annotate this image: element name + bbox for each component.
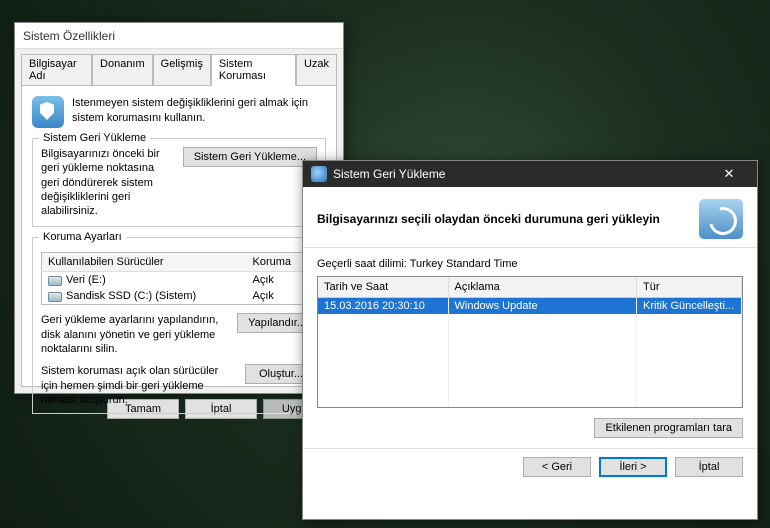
restore-points-table[interactable]: Tarih ve Saat Açıklama Tür 15.03.2016 20… [317, 276, 743, 408]
table-row[interactable]: 15.03.2016 20:30:10 Windows Update Kriti… [318, 298, 742, 315]
create-text: Sistem koruması açık olan sürücüler için… [41, 364, 237, 407]
restore-description: Bilgisayarınızı önceki bir geri yükleme … [41, 147, 175, 218]
titlebar[interactable]: Sistem Özellikleri [15, 23, 343, 49]
table-row[interactable]: Veri (E:) Açık [42, 272, 317, 289]
restore-big-icon [699, 199, 743, 239]
table-row[interactable]: Sandisk SSD (C:) (Sistem) Açık [42, 288, 317, 305]
col-datetime[interactable]: Tarih ve Saat [318, 277, 448, 298]
drive-icon [48, 292, 62, 302]
configure-text: Geri yükleme ayarlarını yapılandırın, di… [41, 313, 229, 356]
table-row[interactable] [318, 346, 742, 362]
wizard-body: Geçerli saat dilimi: Turkey Standard Tim… [303, 248, 757, 448]
system-restore-group: Sistem Geri Yükleme Bilgisayarınızı önce… [32, 138, 326, 227]
group-legend: Koruma Ayarları [39, 231, 126, 243]
timezone-line: Geçerli saat dilimi: Turkey Standard Tim… [317, 258, 743, 270]
table-row[interactable] [318, 362, 742, 378]
cancel-button[interactable]: İptal [675, 457, 743, 477]
cell-description: Windows Update [448, 298, 637, 315]
table-row[interactable] [318, 314, 742, 330]
protection-settings-group: Koruma Ayarları Kullanılabilen Sürücüler… [32, 237, 326, 414]
group-legend: Sistem Geri Yükleme [39, 132, 150, 144]
wizard-button-row: < Geri İleri > İptal [303, 448, 757, 485]
timezone-label: Geçerli saat dilimi: [317, 258, 407, 270]
col-drive: Kullanılabilen Sürücüler [42, 253, 247, 272]
tab-system-protection[interactable]: Sistem Koruması [211, 54, 296, 86]
system-properties-window: Sistem Özellikleri Bilgisayar Adı Donanı… [14, 22, 344, 394]
next-button[interactable]: İleri > [599, 457, 667, 477]
shield-icon [32, 96, 64, 128]
wizard-headline: Bilgisayarınızı seçili olaydan önceki du… [317, 212, 699, 226]
drive-icon [48, 276, 62, 286]
window-title: Sistem Özellikleri [23, 29, 115, 43]
system-restore-window: Sistem Geri Yükleme ✕ Bilgisayarınızı se… [302, 160, 758, 520]
table-row[interactable] [318, 330, 742, 346]
tab-computer-name[interactable]: Bilgisayar Adı [21, 54, 92, 86]
wizard-header: Bilgisayarınızı seçili olaydan önceki du… [303, 187, 757, 248]
table-row[interactable] [318, 394, 742, 408]
cell-datetime: 15.03.2016 20:30:10 [318, 298, 448, 315]
window-title: Sistem Geri Yükleme [333, 167, 445, 181]
tab-advanced[interactable]: Gelişmiş [153, 54, 211, 86]
close-icon: ✕ [724, 166, 735, 182]
tab-content-system-protection: Istenmeyen sistem değişikliklerini geri … [21, 85, 337, 387]
scan-affected-programs-button[interactable]: Etkilenen programları tara [594, 418, 743, 438]
intro-text: Istenmeyen sistem değişikliklerini geri … [72, 96, 326, 126]
cell-type: Kritik Güncelleşti... [637, 298, 742, 315]
table-row[interactable] [318, 378, 742, 394]
tab-bar: Bilgisayar Adı Donanım Gelişmiş Sistem K… [15, 49, 343, 85]
timezone-value: Turkey Standard Time [410, 258, 518, 270]
tab-hardware[interactable]: Donanım [92, 54, 153, 86]
drive-name: Veri (E:) [66, 274, 106, 286]
close-button[interactable]: ✕ [709, 161, 749, 187]
system-restore-button[interactable]: Sistem Geri Yükleme... [183, 147, 317, 167]
tab-remote[interactable]: Uzak [296, 54, 337, 86]
restore-icon [311, 166, 327, 182]
drives-table[interactable]: Kullanılabilen Sürücüler Koruma Veri (E:… [41, 252, 317, 305]
col-description[interactable]: Açıklama [448, 277, 637, 298]
back-button[interactable]: < Geri [523, 457, 591, 477]
col-type[interactable]: Tür [637, 277, 742, 298]
titlebar[interactable]: Sistem Geri Yükleme ✕ [303, 161, 757, 187]
drive-name: Sandisk SSD (C:) (Sistem) [66, 290, 196, 302]
